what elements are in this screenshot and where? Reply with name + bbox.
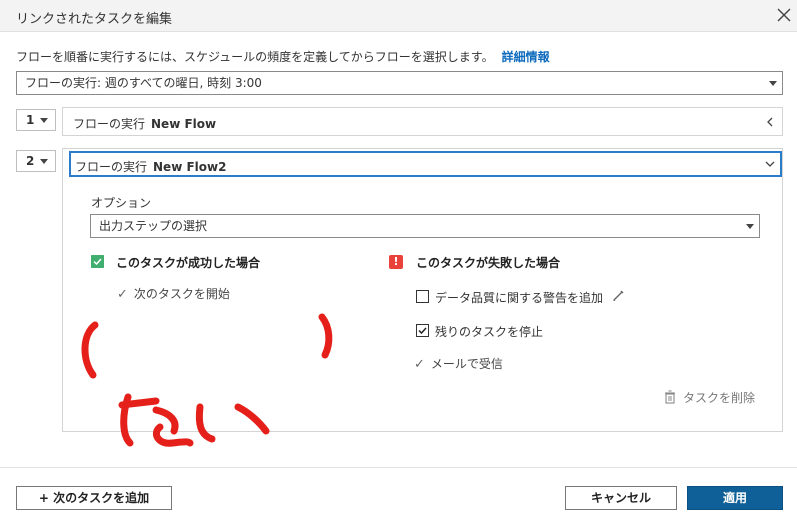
email-notification-item: ✓ メールで受信 [414, 355, 503, 372]
schedule-select[interactable]: フローの実行: 週のすべての曜日, 時刻 3:00 [16, 71, 783, 95]
step-1-number: 1 [26, 113, 35, 127]
chevron-down-icon[interactable] [764, 159, 776, 169]
start-next-task-item: ✓ 次のタスクを開始 [117, 285, 230, 302]
stop-remaining-label[interactable]: 残りのタスクを停止 [435, 323, 543, 340]
caret-down-icon [40, 118, 48, 123]
checkbox-check-icon [418, 327, 427, 335]
step-1-label: フローの実行 New Flow [73, 115, 216, 132]
intro-text: フローを順番に実行するには、スケジュールの頻度を定義してからフローを選択します。… [16, 48, 550, 65]
step-2-number: 2 [26, 154, 35, 168]
options-label: オプション [91, 196, 152, 210]
data-quality-warning-label[interactable]: データ品質に関する警告を追加 [435, 289, 603, 306]
step-2-order-select[interactable]: 2 [16, 150, 56, 172]
pencil-icon[interactable] [612, 289, 625, 302]
success-heading: このタスクが成功した場合 [116, 256, 261, 270]
start-next-task-label: 次のタスクを開始 [133, 287, 230, 301]
email-notification-label: メールで受信 [430, 357, 503, 371]
cancel-button[interactable]: キャンセル [565, 486, 677, 510]
checkmark-icon: ✓ [117, 287, 128, 302]
step-2-label: フローの実行 New Flow2 [75, 158, 226, 175]
output-step-select[interactable]: 出力ステップの選択 [90, 214, 760, 238]
stop-remaining-checkbox[interactable] [416, 324, 429, 337]
caret-down-icon [40, 159, 48, 164]
chevron-left-icon[interactable] [764, 115, 776, 129]
apply-button[interactable]: 適用 [687, 486, 783, 510]
learn-more-link[interactable]: 詳細情報 [502, 50, 550, 64]
step-1-flow-name: New Flow [151, 117, 217, 131]
caret-down-icon [769, 81, 777, 86]
dialog-titlebar: リンクされたタスクを編集 [0, 0, 797, 32]
error-icon: ! [389, 255, 403, 269]
data-quality-warning-checkbox[interactable] [416, 290, 429, 303]
failure-heading: このタスクが失敗した場合 [416, 256, 561, 270]
step-1-order-select[interactable]: 1 [16, 109, 56, 131]
intro-description: フローを順番に実行するには、スケジュールの頻度を定義してからフローを選択します。 [16, 50, 494, 64]
caret-down-icon [746, 224, 754, 229]
checkmark-icon: ✓ [414, 357, 425, 372]
success-check-icon [91, 255, 104, 268]
step-1-prefix: フローの実行 [73, 117, 146, 131]
step-2-flow-name: New Flow2 [153, 160, 227, 174]
close-icon[interactable] [773, 4, 795, 26]
output-step-value: 出力ステップの選択 [99, 219, 208, 233]
step-1-header[interactable]: フローの実行 New Flow [62, 107, 783, 136]
trash-icon [665, 390, 675, 404]
delete-task-label: タスクを削除 [683, 391, 756, 405]
dialog-title: リンクされたタスクを編集 [16, 12, 173, 27]
footer-divider [0, 467, 797, 468]
step-2-prefix: フローの実行 [75, 160, 148, 174]
step-2-header[interactable]: フローの実行 New Flow2 [69, 151, 782, 177]
add-next-task-button[interactable]: + 次のタスクを追加 [16, 486, 172, 510]
schedule-value: フローの実行: 週のすべての曜日, 時刻 3:00 [25, 76, 262, 90]
